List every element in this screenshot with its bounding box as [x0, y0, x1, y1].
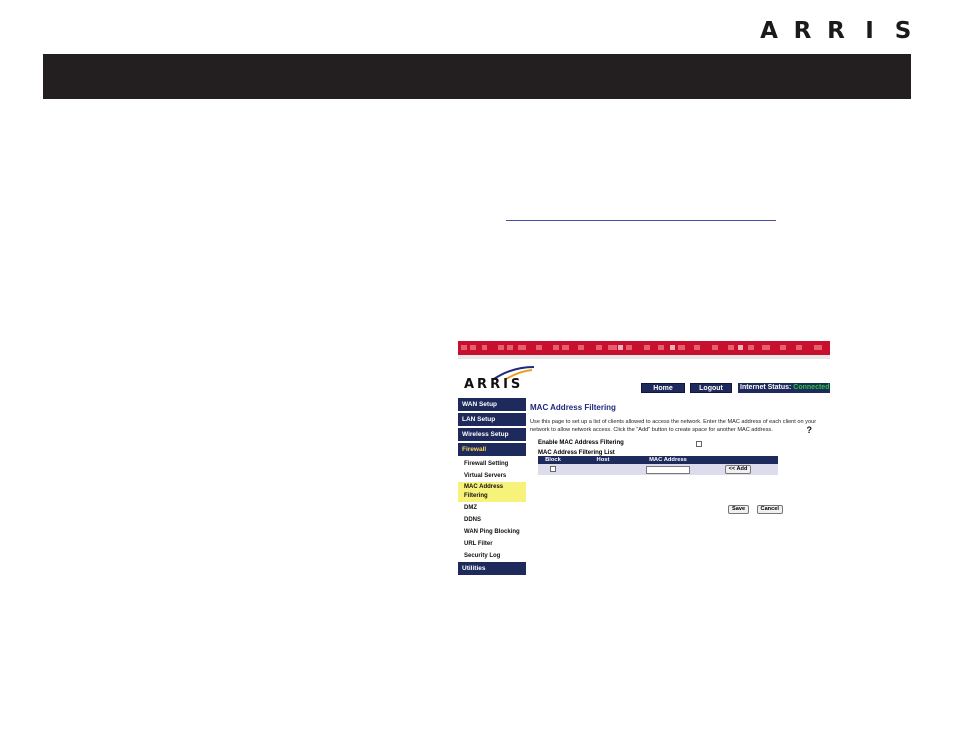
arris-logo: A R R I S [758, 18, 914, 44]
sidebar-item-wireless-setup[interactable]: Wireless Setup [458, 428, 526, 441]
home-button[interactable]: Home [641, 383, 685, 393]
add-button[interactable]: << Add [724, 465, 752, 474]
action-cell: << Add [698, 464, 778, 475]
sidebar-subitem-dmz[interactable]: DMZ [458, 502, 526, 514]
help-icon[interactable]: ? [807, 426, 813, 435]
sidebar-item-wan-setup[interactable]: WAN Setup [458, 398, 526, 411]
form-actions: Save Cancel [728, 501, 786, 519]
host-cell [568, 464, 638, 475]
logo-letter-s: S [894, 18, 912, 44]
internet-status: Internet Status: Connected [738, 383, 830, 393]
page-title-bar [43, 54, 911, 99]
col-header-mac-address: MAC Address [638, 456, 698, 464]
sidebar-item-lan-setup[interactable]: LAN Setup [458, 413, 526, 426]
sidebar-subitem-wan-ping-blocking[interactable]: WAN Ping Blocking [458, 526, 526, 538]
table-row: << Add [538, 464, 778, 475]
save-button[interactable]: Save [728, 505, 750, 515]
sidebar-subitem-firewall-setting[interactable]: Firewall Setting [458, 458, 526, 470]
sidebar-subitem-ddns[interactable]: DDNS [458, 514, 526, 526]
col-header-block: Block [538, 456, 568, 464]
sidebar-item-firewall[interactable]: Firewall [458, 443, 526, 456]
main-content: MAC Address Filtering Use this page to s… [530, 403, 830, 515]
logo-letter-r2: R [827, 18, 845, 44]
logo-letter-a: A [760, 18, 778, 44]
enable-filter-checkbox[interactable] [696, 441, 702, 447]
enable-filter-label: Enable MAC Address Filtering [538, 440, 624, 446]
page-description: Use this page to set up a list of client… [530, 418, 822, 435]
sidebar-subitem-url-filter[interactable]: URL Filter [458, 538, 526, 550]
sidebar-item-utilities[interactable]: Utilities [458, 562, 526, 575]
mac-filter-table: Block Host MAC Address << Add [538, 456, 778, 475]
block-checkbox[interactable] [550, 466, 556, 473]
sidebar-subitem-security-log[interactable]: Security Log [458, 550, 526, 562]
status-value: Connected [793, 384, 830, 391]
sidebar-subitem-mac-address-filtering[interactable]: MAC Address Filtering [458, 482, 526, 502]
sidebar-subitem-virtual-servers[interactable]: Virtual Servers [458, 470, 526, 482]
description-text: Use this page to set up a list of client… [530, 419, 817, 433]
col-header-action [698, 456, 778, 464]
sidebar-nav: WAN Setup LAN Setup Wireless Setup Firew… [458, 398, 526, 577]
mac-cell [638, 464, 698, 475]
logo-letter-i: I [865, 18, 874, 44]
logout-button[interactable]: Logout [690, 383, 732, 393]
banner-pattern [458, 341, 830, 359]
hyperlink-underline[interactable] [506, 220, 776, 221]
arris-mini-logo: ARRIS [462, 365, 542, 395]
enable-filter-row: Enable MAC Address Filtering [530, 440, 830, 449]
logo-word: ARRIS [464, 377, 524, 392]
cancel-button[interactable]: Cancel [756, 505, 783, 515]
page-title: MAC Address Filtering [530, 403, 616, 412]
header-banner [458, 341, 830, 359]
logo-letter-r1: R [793, 18, 812, 44]
mac-address-input[interactable] [646, 465, 690, 474]
router-ui-screenshot: ARRIS Home Logout Internet Status: Conne… [458, 341, 830, 577]
block-cell [538, 464, 568, 475]
status-label: Internet Status: [740, 384, 792, 391]
col-header-host: Host [568, 456, 638, 464]
